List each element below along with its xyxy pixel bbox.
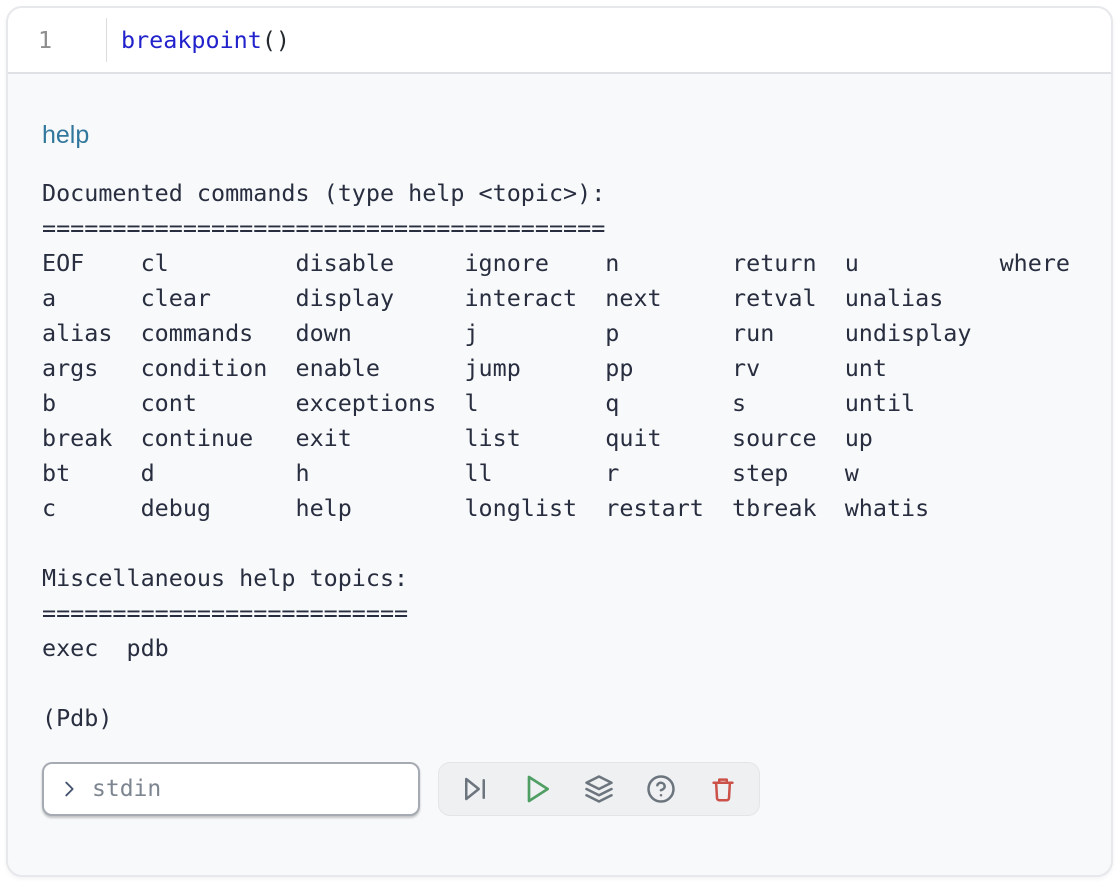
step-button[interactable] [444,763,506,815]
stdin-box [42,762,420,816]
play-icon [521,773,553,805]
console-io-row [42,762,1077,816]
trash-icon [708,774,738,804]
python-debugger-panel: 1 breakpoint() help Documented commands … [6,6,1113,877]
run-button[interactable] [506,763,568,815]
clear-button[interactable] [692,763,754,815]
code-token-punctuation: () [262,26,290,54]
line-number-gutter: 1 [8,26,106,54]
stdin-input[interactable] [90,775,404,803]
console-echoed-command: help [42,121,1077,150]
chevron-right-icon [58,778,80,800]
line-number: 1 [38,26,52,54]
code-token-builtin: breakpoint [121,26,262,54]
help-button[interactable] [630,763,692,815]
question-circle-icon [646,774,676,804]
stack-button[interactable] [568,763,630,815]
layers-icon [584,774,614,804]
skip-forward-icon [460,774,490,804]
debug-console: help Documented commands (type help <top… [8,121,1111,816]
pdb-help-output: Documented commands (type help <topic>):… [42,176,1077,736]
code-line: breakpoint() [107,26,290,54]
code-editor[interactable]: 1 breakpoint() [8,8,1111,74]
debugger-toolbar [438,762,760,816]
